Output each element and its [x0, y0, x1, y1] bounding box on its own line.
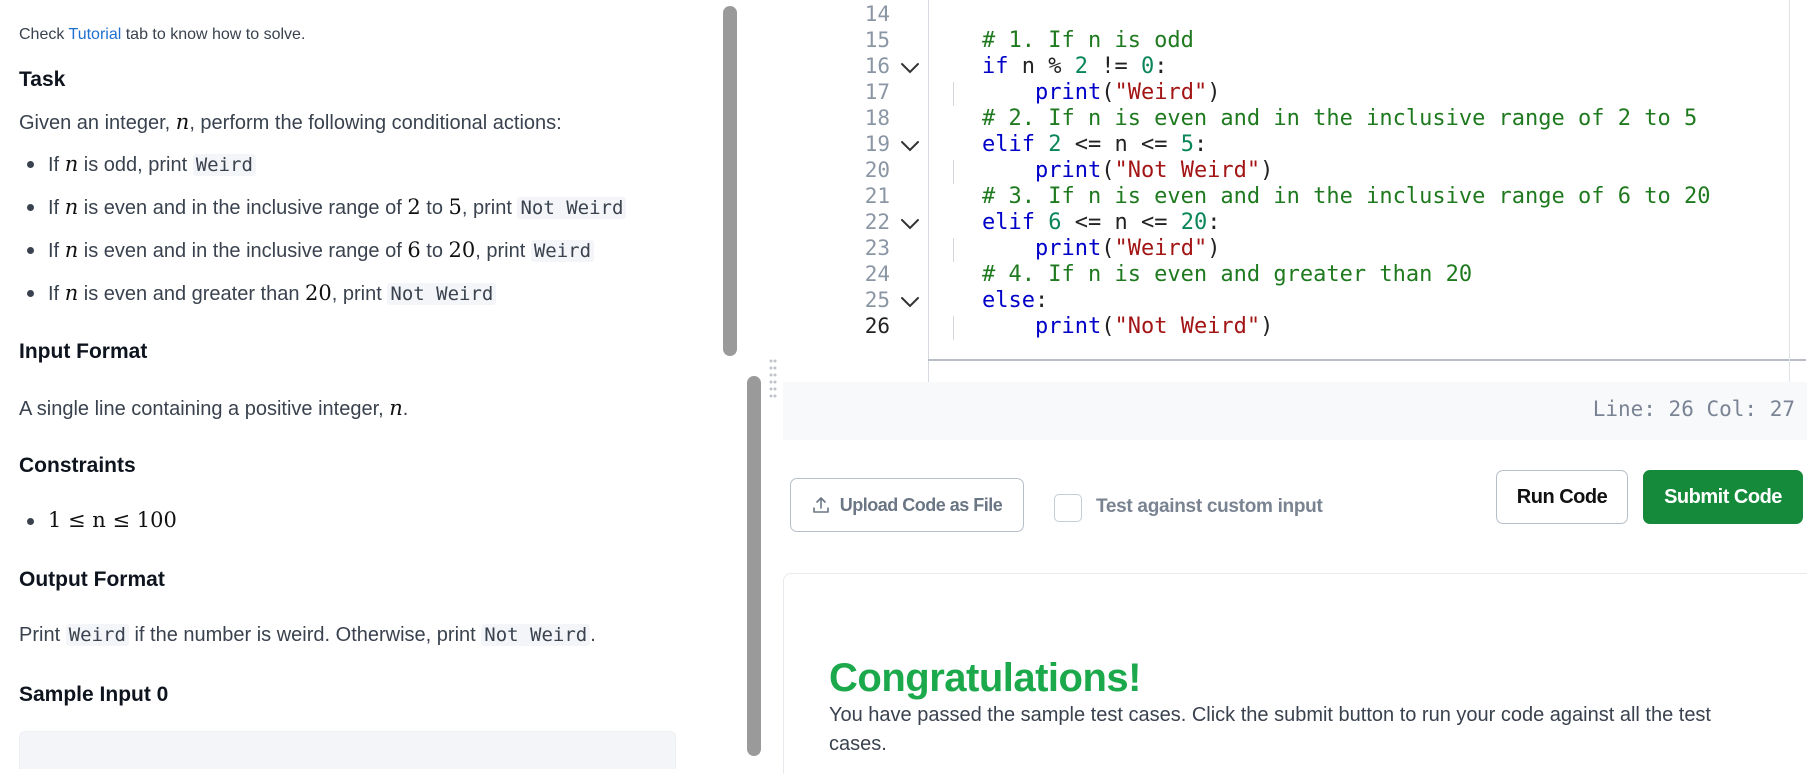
condition-item: If n is odd, print Weird	[48, 152, 256, 177]
code-editor[interactable]: 14 15 # 1. If n is odd 16 if n % 2 != 0: 17 p…	[783, 0, 1807, 440]
fold-chevron-icon[interactable]	[898, 136, 922, 156]
code-line[interactable]: elif 6 <= n <= 20:	[982, 210, 1220, 235]
success-message: You have passed the sample test cases. C…	[829, 704, 1711, 755]
fold-chevron-icon[interactable]	[898, 58, 922, 78]
constraint-item: 1 ≤ n ≤ 100	[48, 508, 177, 532]
bullet-dot	[27, 161, 34, 168]
indent-guide	[953, 160, 954, 184]
code-line[interactable]: # 1. If n is odd	[982, 28, 1194, 53]
line-number: 14	[864, 2, 890, 26]
line-number: 19	[864, 132, 890, 156]
line-number: 24	[864, 262, 890, 286]
line-number: 21	[864, 184, 890, 208]
constraints-heading: Constraints	[19, 454, 136, 477]
upload-icon	[812, 497, 829, 513]
line-number: 18	[864, 106, 890, 130]
indent-guide	[953, 316, 954, 340]
output-format-text: Print Weird if the number is weird. Othe…	[19, 624, 596, 646]
condition-item: If n is even and in the inclusive range …	[48, 238, 595, 263]
page-scrollbar-thumb[interactable]	[747, 376, 761, 756]
code-line[interactable]: # 3. If n is even and in the inclusive r…	[982, 184, 1710, 209]
result-panel: Congratulations! You have passed the sam…	[783, 573, 1807, 774]
code-line[interactable]: print("Weird")	[982, 80, 1220, 105]
run-code-button[interactable]: Run Code	[1496, 470, 1628, 524]
line-number: 16	[864, 54, 890, 78]
resize-handle-icon[interactable]	[769, 358, 777, 404]
submit-code-button[interactable]: Submit Code	[1643, 470, 1803, 524]
indent-guide	[953, 238, 954, 262]
input-format-text: A single line containing a positive inte…	[19, 396, 409, 420]
code-line[interactable]: elif 2 <= n <= 5:	[982, 132, 1207, 157]
upload-code-button[interactable]: Upload Code as File	[790, 478, 1024, 532]
condition-item: If n is even and in the inclusive range …	[48, 195, 627, 220]
sample-input-heading: Sample Input 0	[19, 683, 169, 706]
bullet-dot	[27, 518, 34, 525]
custom-input-checkbox[interactable]	[1054, 494, 1082, 522]
task-intro: Given an integer, n, perform the followi…	[19, 110, 562, 134]
code-area[interactable]: 14 15 # 1. If n is odd 16 if n % 2 != 0: 17 p…	[783, 0, 1807, 382]
condition-item: If n is even and greater than 20, print …	[48, 281, 497, 306]
bullet-dot	[27, 290, 34, 297]
code-line[interactable]: if n % 2 != 0:	[982, 54, 1167, 79]
fold-chevron-icon[interactable]	[898, 214, 922, 234]
custom-input-label[interactable]: Test against custom input	[1096, 496, 1323, 518]
input-format-heading: Input Format	[19, 340, 148, 363]
fold-chevron-icon[interactable]	[898, 292, 922, 312]
code-line[interactable]: print("Weird")	[982, 236, 1220, 261]
line-number: 20	[864, 158, 890, 182]
indent-guide	[953, 82, 954, 106]
code-line[interactable]: # 4. If n is even and greater than 20	[982, 262, 1472, 287]
right-ruler	[1789, 0, 1790, 382]
cursor-line-border	[928, 359, 1806, 361]
line-number: 25	[864, 288, 890, 312]
tutorial-hint: Check Tutorial tab to know how to solve.	[19, 26, 306, 43]
code-line[interactable]: # 2. If n is even and in the inclusive r…	[982, 106, 1697, 131]
cursor-position-status: Line: 26 Col: 27	[1592, 397, 1795, 421]
code-line[interactable]: print("Not Weird")	[982, 314, 1273, 339]
line-number: 23	[864, 236, 890, 260]
line-number: 17	[864, 80, 890, 104]
bullet-dot	[27, 204, 34, 211]
upload-code-label: Upload Code as File	[839, 494, 1003, 515]
code-line[interactable]: else:	[982, 288, 1048, 313]
task-heading: Task	[19, 68, 66, 91]
success-title: Congratulations!	[829, 656, 1141, 700]
line-number: 15	[864, 28, 890, 52]
problem-statement-panel: Check Tutorial tab to know how to solve.…	[0, 0, 715, 769]
code-line[interactable]: print("Not Weird")	[982, 158, 1273, 183]
line-number: 26	[864, 314, 890, 338]
line-number: 22	[864, 210, 890, 234]
sample-input-box	[19, 731, 676, 769]
output-format-heading: Output Format	[19, 568, 165, 591]
problem-scrollbar-thumb[interactable]	[723, 6, 737, 356]
tutorial-link[interactable]: Tutorial	[69, 26, 122, 43]
gutter-divider	[928, 0, 929, 382]
bullet-dot	[27, 247, 34, 254]
